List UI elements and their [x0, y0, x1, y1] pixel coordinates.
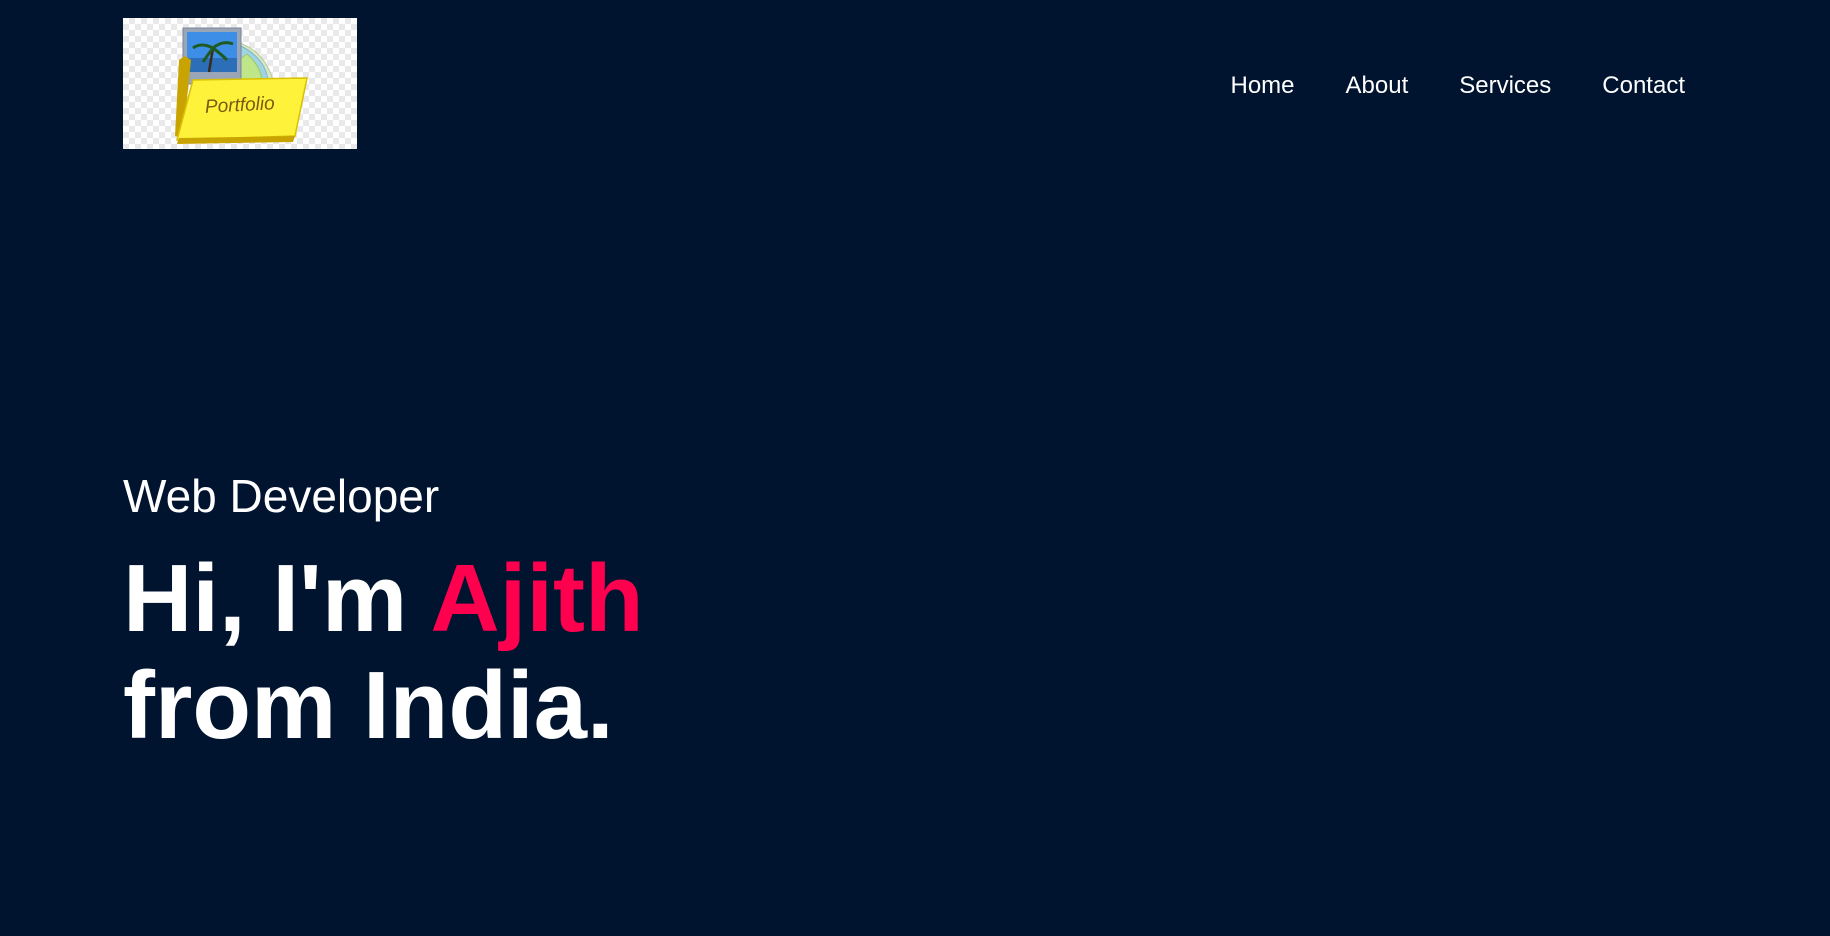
logo[interactable]: Portfolio — [123, 18, 357, 149]
folder-icon — [175, 27, 308, 144]
main-nav: Home About Services Contact — [1231, 70, 1686, 102]
hero-greeting: Hi, I'm — [123, 545, 408, 652]
nav-contact-link[interactable]: Contact — [1602, 70, 1685, 102]
hero-origin: from India. — [123, 652, 614, 759]
hero-section: Web Developer Hi, I'm Ajith from India. — [123, 466, 644, 759]
hero-name: Ajith — [430, 545, 644, 652]
nav-home-link[interactable]: Home — [1231, 70, 1295, 102]
header: Portfolio Home About Services Contact — [0, 0, 1830, 150]
hero-headline: Hi, I'm Ajith from India. — [123, 545, 644, 759]
page: Portfolio Home About Services Contact We… — [0, 0, 1830, 936]
hero-subtitle: Web Developer — [123, 470, 440, 522]
logo-text: Portfolio — [204, 93, 276, 118]
nav-services-link[interactable]: Services — [1459, 70, 1551, 102]
nav-about-link[interactable]: About — [1346, 70, 1409, 102]
